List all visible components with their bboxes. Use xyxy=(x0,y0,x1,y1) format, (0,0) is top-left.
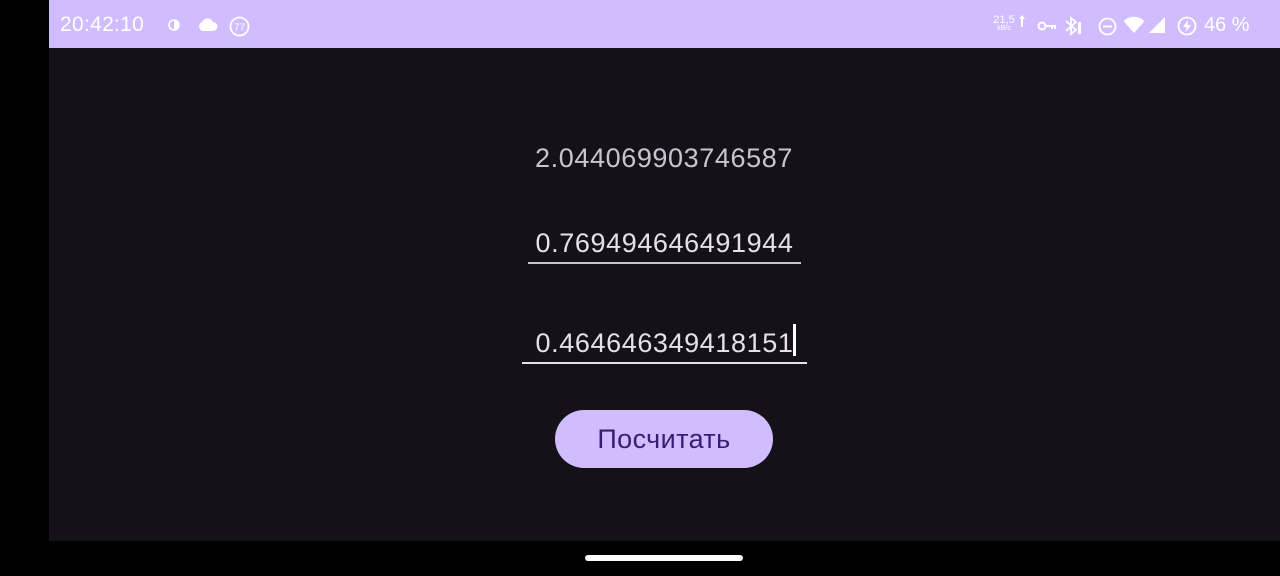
wifi-icon xyxy=(1123,16,1145,33)
night-mode-icon xyxy=(168,19,180,31)
input-value-a[interactable] xyxy=(528,224,801,264)
bluetooth-icon xyxy=(1065,16,1081,36)
status-time: 20:42:10 xyxy=(60,13,145,36)
text-cursor xyxy=(793,324,796,356)
do-not-disturb-icon xyxy=(1098,17,1117,36)
upload-arrow-icon xyxy=(1019,15,1025,27)
network-speed-indicator: 21,5 kB/s xyxy=(991,15,1017,39)
app-screen: 20:42:10 77 21,5 kB/s 46 % 2.04406990374… xyxy=(49,0,1280,541)
cloud-icon xyxy=(199,18,218,31)
battery-saver-icon xyxy=(1177,16,1197,36)
signal-icon xyxy=(1149,17,1165,33)
result-text: 2.044069903746587 xyxy=(535,143,793,173)
badge-number: 77 xyxy=(234,23,246,34)
main-content: 2.044069903746587 Посчитать xyxy=(49,48,1280,541)
gesture-nav-handle[interactable] xyxy=(585,555,743,561)
vpn-key-icon xyxy=(1037,21,1056,31)
input-value-b[interactable] xyxy=(522,324,807,364)
battery-percent: 46 % xyxy=(1204,14,1250,36)
net-speed-unit: kB/s xyxy=(997,25,1011,32)
status-bar: 20:42:10 77 21,5 kB/s 46 % xyxy=(49,0,1280,48)
calculate-button[interactable]: Посчитать xyxy=(555,410,773,468)
notification-badge-icon: 77 xyxy=(229,16,250,37)
